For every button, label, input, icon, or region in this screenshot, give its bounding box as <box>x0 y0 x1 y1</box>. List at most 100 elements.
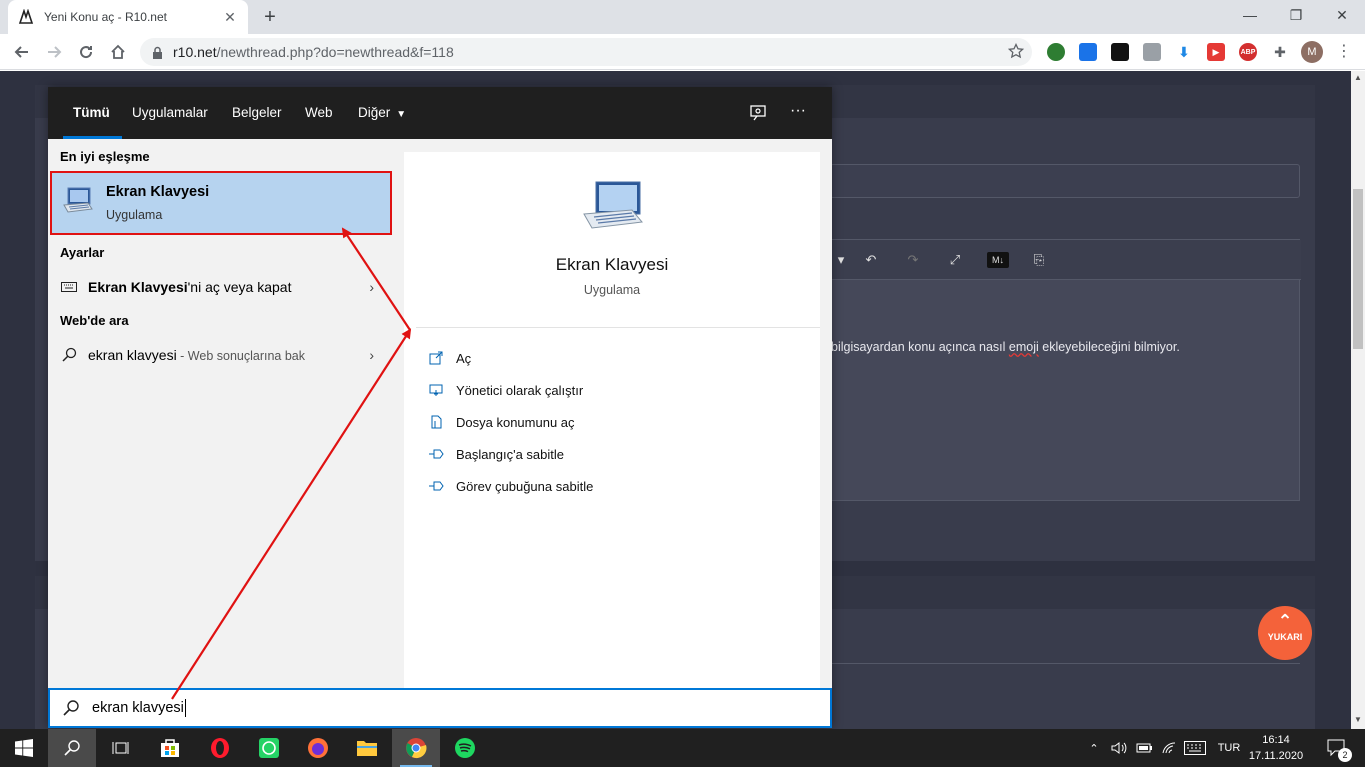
minimize-button[interactable]: — <box>1227 0 1273 34</box>
file-location-icon <box>428 414 444 430</box>
action-pin-to-taskbar[interactable]: Görev çubuğuna sabitle <box>428 474 593 498</box>
new-tab-button[interactable]: + <box>258 5 282 29</box>
settings-header: Ayarlar <box>60 245 105 260</box>
touch-keyboard-icon[interactable] <box>1182 729 1208 767</box>
source-code-icon[interactable]: ⎘ <box>1031 252 1047 268</box>
undo-icon[interactable]: ↶ <box>863 252 879 268</box>
pin-icon <box>428 478 444 494</box>
taskbar-file-explorer[interactable] <box>343 729 391 767</box>
tab-all[interactable]: Tümü <box>63 87 122 139</box>
taskbar-spotify[interactable] <box>441 729 489 767</box>
extension-download-manager-icon[interactable] <box>1079 43 1097 61</box>
lock-icon <box>153 46 162 59</box>
thread-title-input[interactable] <box>830 164 1300 198</box>
wifi-icon[interactable] <box>1158 729 1180 767</box>
tray-overflow-chevron-icon[interactable]: ⌃ <box>1084 729 1104 767</box>
tab-more[interactable]: Diğer ▼ <box>358 87 406 139</box>
keyboard-icon <box>60 280 78 294</box>
reload-button[interactable] <box>74 40 98 64</box>
extension-dark-icon[interactable] <box>1111 43 1129 61</box>
browser-tab[interactable]: Yeni Konu aç - R10.net ✕ <box>8 0 248 34</box>
profile-avatar[interactable]: M <box>1301 41 1323 63</box>
taskbar-firefox[interactable] <box>294 729 342 767</box>
address-bar[interactable]: r10.net/newthread.php?do=newthread&f=118 <box>140 38 1032 66</box>
redo-icon[interactable]: ↷ <box>905 252 921 268</box>
detail-subtitle: Uygulama <box>583 283 641 297</box>
reload-icon <box>80 46 93 59</box>
extension-youtube-icon[interactable]: ▶ <box>1207 43 1225 61</box>
results-list: En iyi eşleşme Ekran Klavyesi Uygulama A… <box>48 139 404 688</box>
tab-apps[interactable]: Uygulamalar <box>132 87 208 139</box>
action-center-button[interactable]: 2 <box>1318 729 1358 767</box>
taskbar-store[interactable] <box>146 729 194 767</box>
search-query[interactable]: ekran klavyesi <box>92 699 186 717</box>
post-editor[interactable]: ▾ ↶ ↷ ⤢ M↓ ⎘ bilgisayardan konu açınca n… <box>830 239 1301 501</box>
scroll-top-button[interactable]: ⌃ YUKARI <box>1258 606 1312 660</box>
forward-arrow-icon <box>48 46 62 58</box>
divider <box>416 327 820 328</box>
action-open[interactable]: Aç <box>428 346 471 370</box>
divider <box>830 663 1300 664</box>
r10-favicon-icon <box>18 9 34 25</box>
action-open-file-location[interactable]: Dosya konumunu aç <box>428 410 575 434</box>
search-box[interactable]: ekran klavyesi <box>48 688 832 728</box>
page-scrollbar[interactable]: ▲ ▼ <box>1351 71 1365 729</box>
action-run-as-admin[interactable]: Yönetici olarak çalıştır <box>428 378 583 402</box>
extension-adblock-icon[interactable]: ABP <box>1239 43 1257 61</box>
extension-globe-icon[interactable] <box>1047 43 1065 61</box>
forward-button[interactable] <box>42 40 66 64</box>
shield-run-icon <box>428 382 444 398</box>
scroll-up-arrow-icon[interactable]: ▲ <box>1351 71 1365 85</box>
tab-close-icon[interactable]: ✕ <box>222 9 238 26</box>
best-match-item[interactable]: Ekran Klavyesi Uygulama <box>50 171 392 235</box>
extension-download-arrow-icon[interactable]: ⬇ <box>1175 43 1193 61</box>
back-button[interactable] <box>10 40 34 64</box>
scroll-thumb[interactable] <box>1353 189 1363 349</box>
chevron-down-icon: ▼ <box>396 109 407 120</box>
detail-title: Ekran Klavyesi <box>555 255 669 274</box>
scroll-down-arrow-icon[interactable]: ▼ <box>1351 713 1365 727</box>
task-view-button[interactable] <box>96 729 144 767</box>
search-icon <box>63 700 79 716</box>
on-screen-keyboard-large-icon <box>583 181 643 229</box>
tab-web[interactable]: Web <box>305 87 333 139</box>
system-clock[interactable]: 16:14 17.11.2020 <box>1247 732 1305 764</box>
search-taskbar-button[interactable] <box>48 729 96 767</box>
markdown-icon[interactable]: M↓ <box>987 252 1009 268</box>
best-match-header: En iyi eşleşme <box>60 149 150 164</box>
extension-camera-icon[interactable] <box>1143 43 1161 61</box>
volume-icon[interactable] <box>1108 729 1130 767</box>
bookmark-star-icon[interactable] <box>1007 42 1025 62</box>
open-icon <box>428 350 444 366</box>
chevron-right-icon[interactable]: › <box>369 347 374 363</box>
browser-menu-icon[interactable]: ⋮ <box>1336 42 1352 62</box>
folder-icon <box>357 741 377 756</box>
task-view-icon <box>112 742 129 754</box>
pin-icon <box>428 446 444 462</box>
start-button[interactable] <box>0 729 48 767</box>
dropdown-caret-icon[interactable]: ▾ <box>833 252 849 268</box>
fullscreen-icon[interactable]: ⤢ <box>947 252 963 268</box>
more-options-icon[interactable]: ··· <box>788 103 808 123</box>
action-pin-to-start[interactable]: Başlangıç'a sabitle <box>428 442 564 466</box>
opera-icon <box>211 738 229 758</box>
web-search-item[interactable]: ekran klavyesi - Web sonuçlarına bak › <box>48 339 392 371</box>
input-language[interactable]: TUR <box>1212 729 1246 767</box>
taskbar-chrome[interactable] <box>392 729 440 767</box>
text-cursor <box>184 699 186 717</box>
home-button[interactable] <box>106 40 130 64</box>
restore-button[interactable]: ❐ <box>1273 0 1319 34</box>
tab-documents[interactable]: Belgeler <box>232 87 282 139</box>
battery-icon[interactable] <box>1133 729 1155 767</box>
settings-result-item[interactable]: Ekran Klavyesi'ni aç veya kapat › <box>48 271 392 303</box>
best-match-title: Ekran Klavyesi <box>106 184 210 200</box>
chevron-right-icon[interactable]: › <box>369 279 374 295</box>
extensions-puzzle-icon[interactable]: ✚ <box>1271 43 1289 61</box>
taskbar-whatsapp[interactable] <box>245 729 293 767</box>
clock-date: 17.11.2020 <box>1248 750 1304 762</box>
close-window-button[interactable]: ✕ <box>1319 0 1365 34</box>
home-icon <box>111 44 125 59</box>
back-arrow-icon <box>14 46 28 58</box>
taskbar-opera[interactable] <box>196 729 244 767</box>
feedback-icon[interactable] <box>748 103 768 123</box>
